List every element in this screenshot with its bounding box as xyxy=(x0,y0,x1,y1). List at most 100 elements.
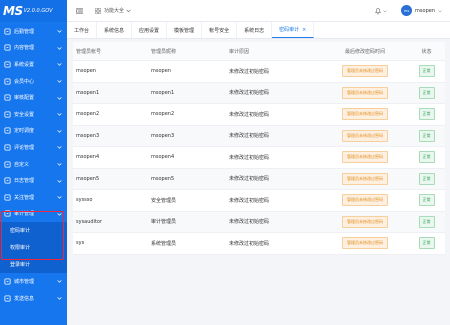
sidebar-item[interactable]: 后勤管理 xyxy=(0,23,67,40)
tab-label: 系统信息 xyxy=(104,27,125,34)
table-row: sys 系统管理员 未修改过初始密码 管理员未修改过密码 正常 xyxy=(73,233,445,255)
account-cell: msopen3 xyxy=(76,132,100,139)
sidebar-subitem[interactable]: 登录审计 xyxy=(0,256,67,273)
close-icon[interactable]: × xyxy=(302,27,306,33)
tab-label: 密码审计 xyxy=(279,27,300,33)
status-cell: 正常 xyxy=(408,151,445,164)
sidebar-item[interactable]: 评论管理 xyxy=(0,139,67,156)
logo-version: V2.0.0.GOV xyxy=(23,8,53,14)
status-badge: 正常 xyxy=(418,172,435,185)
star-icon xyxy=(4,194,11,201)
sidebar-subitem[interactable]: 密码审计 xyxy=(0,222,67,239)
reason-cell: 未修改过初始密码 xyxy=(229,197,270,204)
sidebar-item-label: 城市管理 xyxy=(14,278,35,285)
sidebar-item-label: 后勤管理 xyxy=(14,28,35,35)
audit-icon xyxy=(4,94,11,101)
last-change-cell: 管理员未修改过密码 xyxy=(322,194,408,207)
last-change-cell: 管理员未修改过密码 xyxy=(322,65,408,78)
nickname-cell: msopen4 xyxy=(151,154,175,161)
last-change-cell: 管理员未修改过密码 xyxy=(322,129,408,142)
user-icon xyxy=(4,78,11,85)
sidebar-item[interactable]: 会员中心 xyxy=(0,73,67,90)
sidebar-item[interactable]: 城市管理 xyxy=(0,273,67,290)
sidebar-item-label: 评论管理 xyxy=(14,144,35,151)
sidebar-item-label: 自定义 xyxy=(14,161,30,168)
sidebar-submenu: 密码审计 权限审计 登录审计 xyxy=(0,222,67,274)
function-menu-label[interactable]: 功能大全 xyxy=(104,7,124,14)
chevron-down-icon xyxy=(57,163,62,166)
chevron-down-icon xyxy=(57,30,62,33)
city-icon xyxy=(4,278,11,285)
sidebar-subitem[interactable]: 权限审计 xyxy=(0,239,67,256)
status-cell: 正常 xyxy=(408,86,445,99)
tab[interactable]: 系统日志 xyxy=(237,22,273,38)
tab[interactable]: 模板管理 xyxy=(167,22,203,38)
chevron-down-icon xyxy=(57,146,62,150)
building-icon xyxy=(4,28,11,35)
table-row: syssso 安全管理员 未修改过初始密码 管理员未修改过密码 正常 xyxy=(73,190,445,212)
column-header: 管理员昵称 xyxy=(151,48,177,55)
reason-cell: 未修改过初始密码 xyxy=(229,176,270,183)
status-cell: 正常 xyxy=(408,65,445,78)
reason-cell: 未修改过初始密码 xyxy=(229,90,270,97)
chevron-down-icon xyxy=(57,130,62,133)
warning-badge: 管理员未修改过密码 xyxy=(342,237,388,250)
topbar: 功能大全 ms msopen xyxy=(67,0,450,22)
reason-cell: 未修改过初始密码 xyxy=(229,154,270,161)
warning-badge: 管理员未修改过密码 xyxy=(342,86,388,99)
gear-icon xyxy=(4,61,11,68)
status-cell: 正常 xyxy=(408,215,445,228)
tab[interactable]: 密码审计 × xyxy=(272,22,315,38)
sidebar-item[interactable]: 自定义 xyxy=(0,156,67,173)
sidebar-item[interactable]: 安全设置 xyxy=(0,106,67,123)
document-icon xyxy=(4,44,11,51)
notification-icon[interactable] xyxy=(374,7,382,15)
reason-cell: 未修改过初始密码 xyxy=(229,133,270,140)
chevron-down-icon xyxy=(57,212,62,216)
column-header: 最后修改密码时间 xyxy=(344,48,385,55)
status-badge: 正常 xyxy=(418,237,435,250)
avatar[interactable]: ms xyxy=(401,5,413,16)
password-audit-table: 管理员帐号 管理员昵称 审计原因 最后修改密码时间 状态 msopen msope… xyxy=(73,42,445,255)
sidebar-item[interactable]: 内容管理 xyxy=(0,40,67,57)
username[interactable]: msopen xyxy=(415,8,435,14)
reason-cell: 未修改过初始密码 xyxy=(229,240,270,247)
sidebar-menu: 后勤管理内容管理 系统设置会员中心审核配置安全设置 定时调度评论管理自定义日志管理关… xyxy=(0,23,67,306)
custom-icon xyxy=(4,161,11,168)
sidebar-item[interactable]: 日志管理 xyxy=(0,172,67,189)
tab[interactable]: 工作台 xyxy=(67,22,98,38)
sidebar-item[interactable]: 审计管理 xyxy=(0,206,67,223)
table-row: sysauditor 审计管理员 未修改过初始密码 管理员未修改过密码 正常 xyxy=(73,211,445,233)
nickname-cell: msopen3 xyxy=(151,132,175,139)
menu-toggle-icon[interactable] xyxy=(76,7,83,14)
tab-label: 模板管理 xyxy=(174,27,195,34)
main-content: 管理员帐号 管理员昵称 审计原因 最后修改密码时间 状态 msopen msope… xyxy=(67,39,450,325)
app-logo[interactable]: MS V2.0.0.GOV xyxy=(0,0,67,22)
chevron-down-icon xyxy=(57,63,62,67)
account-cell: sysauditor xyxy=(76,218,103,225)
sidebar: MS V2.0.0.GOV 后勤管理内容管理 系统设置会员中心审核配置安全设置 定时… xyxy=(0,0,67,325)
last-change-cell: 管理员未修改过密码 xyxy=(322,215,408,228)
chevron-down-icon xyxy=(57,179,62,183)
tab[interactable]: 帐号安全 xyxy=(202,22,238,38)
sidebar-item[interactable]: 发送信息 xyxy=(0,290,67,307)
sidebar-item[interactable]: 系统设置 xyxy=(0,56,67,73)
tab[interactable]: 系统信息 xyxy=(97,22,133,38)
account-cell: msopen4 xyxy=(76,154,100,161)
status-badge: 正常 xyxy=(418,65,435,78)
column-header: 审计原因 xyxy=(229,48,250,55)
column-header: 状态 xyxy=(421,48,432,55)
reason-cell: 未修改过初始密码 xyxy=(229,68,270,75)
sidebar-item-label: 审核配置 xyxy=(14,95,35,102)
sidebar-item-label: 会员中心 xyxy=(14,78,35,85)
chevron-down-icon[interactable] xyxy=(383,9,387,13)
tab-label: 系统日志 xyxy=(244,27,265,34)
grid-icon xyxy=(95,7,101,14)
sidebar-item[interactable]: 定时调度 xyxy=(0,123,67,140)
sidebar-item[interactable]: 关注管理 xyxy=(0,189,67,206)
nickname-cell: 审计管理员 xyxy=(151,219,177,226)
chevron-down-icon[interactable] xyxy=(126,8,131,13)
chevron-down-icon[interactable] xyxy=(438,9,442,13)
sidebar-item[interactable]: 审核配置 xyxy=(0,89,67,106)
tab[interactable]: 应用设置 xyxy=(132,22,168,38)
